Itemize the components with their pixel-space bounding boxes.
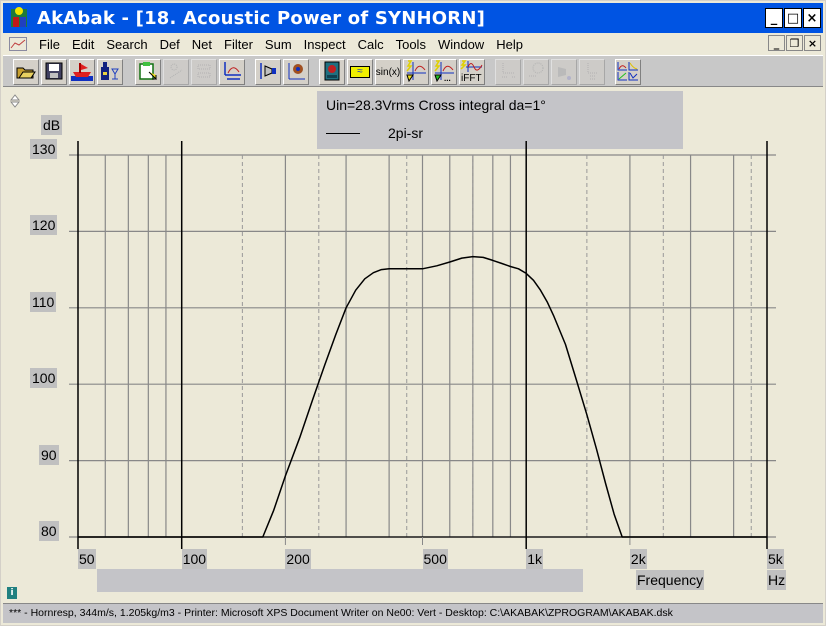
x-tick-label: 1k xyxy=(526,549,543,569)
chart-plot-area xyxy=(69,141,776,549)
y-tick-label: 120 xyxy=(30,215,58,236)
x-tick-label: 500 xyxy=(422,549,448,569)
x-axis-title: Frequency xyxy=(636,570,705,590)
y-tick-label: 80 xyxy=(39,521,59,541)
status-bar: *** - Hornresp, 344m/s, 1.205kg/m3 - Pri… xyxy=(3,603,823,623)
x-tick-label: 50 xyxy=(78,549,96,569)
x-axis-band xyxy=(97,569,583,592)
x-tick-label: 2k xyxy=(629,549,647,569)
app-window: AkAbak - [18. Acoustic Power of SYNHORN]… xyxy=(0,0,826,626)
grid-minor-lines xyxy=(69,154,776,538)
y-tick-label: 90 xyxy=(39,444,59,465)
x-tick-label: 100 xyxy=(181,549,208,569)
info-icon[interactable]: i xyxy=(7,587,17,599)
y-tick-label: 130 xyxy=(30,139,58,159)
x-tick-label: 200 xyxy=(285,549,311,569)
y-tick-label: 100 xyxy=(30,368,58,389)
y-tick-label: 110 xyxy=(30,291,57,312)
x-axis-unit: Hz xyxy=(767,570,787,590)
x-tick-label: 5k xyxy=(767,549,784,569)
